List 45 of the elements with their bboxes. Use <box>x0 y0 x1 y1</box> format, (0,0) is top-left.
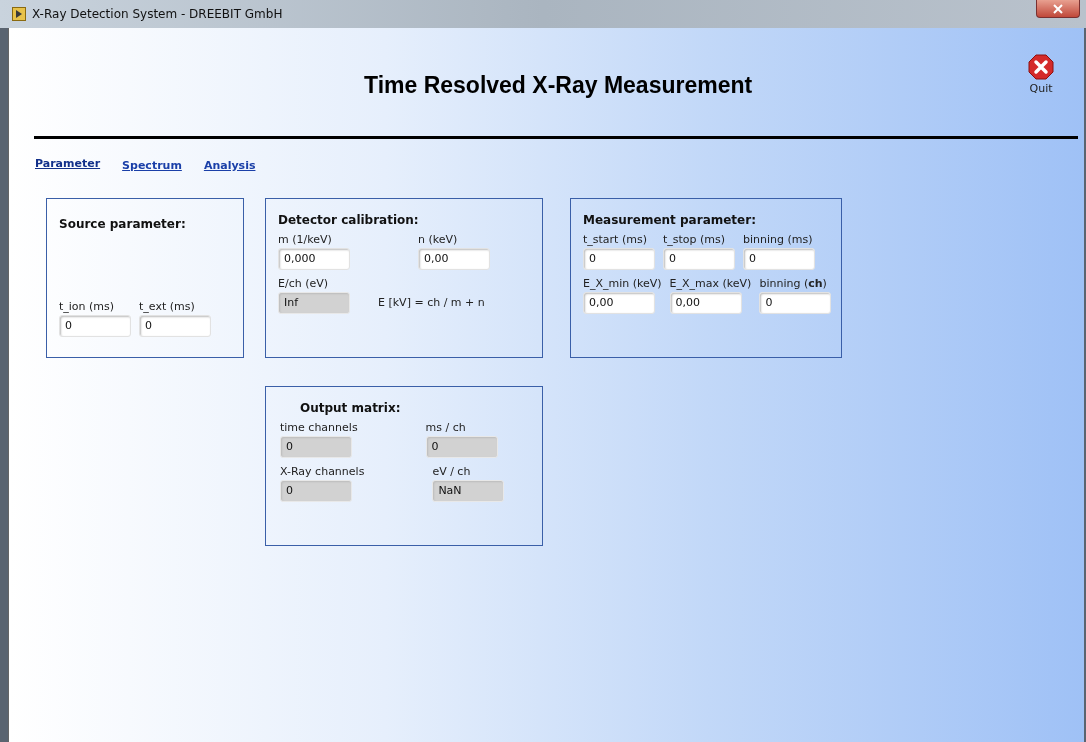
field-label: ms / ch <box>425 421 467 434</box>
field-label: t_ion (ms) <box>59 300 116 313</box>
field-label: n (keV) <box>418 233 459 246</box>
input-field[interactable]: 0 <box>59 315 131 337</box>
field-label: E_X_max (keV) <box>669 277 752 290</box>
indicator-field: 0 <box>280 480 352 502</box>
field-label: eV / ch <box>432 465 472 478</box>
input-field[interactable]: 0 <box>759 292 832 314</box>
close-icon <box>1028 54 1054 80</box>
field-label: E/ch (eV) <box>278 277 330 290</box>
panel-title: Source parameter: <box>59 217 187 231</box>
input-field[interactable]: 0,00 <box>669 292 742 314</box>
indicator-field: 0 <box>280 436 352 458</box>
indicator-field: 0 <box>425 436 498 458</box>
window-title: X-Ray Detection System - DREEBIT GmbH <box>32 7 283 21</box>
field-label: X-Ray channels <box>280 465 365 478</box>
input-field[interactable]: 0 <box>583 248 655 270</box>
formula-text: E [kV] = ch / m + n <box>378 296 485 309</box>
tab[interactable]: Spectrum <box>122 159 182 172</box>
input-field[interactable]: 0 <box>139 315 211 337</box>
panel-title: Detector calibration: <box>278 213 420 227</box>
input-field[interactable]: 0 <box>743 248 815 270</box>
panel-title: Output matrix: <box>300 401 402 415</box>
field-label: t_stop (ms) <box>663 233 727 246</box>
input-field[interactable]: 0,00 <box>583 292 655 314</box>
tab[interactable]: Parameter <box>35 157 101 170</box>
field-label: binning (ms) <box>743 233 814 246</box>
indicator-field: Inf <box>278 292 350 314</box>
field-label: binning (ch) <box>759 277 828 290</box>
field-label: t_start (ms) <box>583 233 648 246</box>
app-icon <box>12 7 26 21</box>
indicator-field: NaN <box>432 480 505 502</box>
input-field[interactable]: 0,000 <box>278 248 350 270</box>
close-button[interactable] <box>1036 0 1080 18</box>
panel-title: Measurement parameter: <box>583 213 757 227</box>
tab[interactable]: Analysis <box>203 159 256 172</box>
input-field[interactable]: 0 <box>663 248 735 270</box>
input-field[interactable]: 0,00 <box>418 248 490 270</box>
quit-button[interactable]: Quit <box>1028 54 1054 95</box>
field-label: m (1/keV) <box>278 233 333 246</box>
page-title: Time Resolved X-Ray Measurement <box>364 72 753 99</box>
field-label: E_X_min (keV) <box>583 277 662 290</box>
field-label: t_ext (ms) <box>139 300 196 313</box>
close-icon <box>1053 3 1063 14</box>
field-label: time channels <box>280 421 358 434</box>
